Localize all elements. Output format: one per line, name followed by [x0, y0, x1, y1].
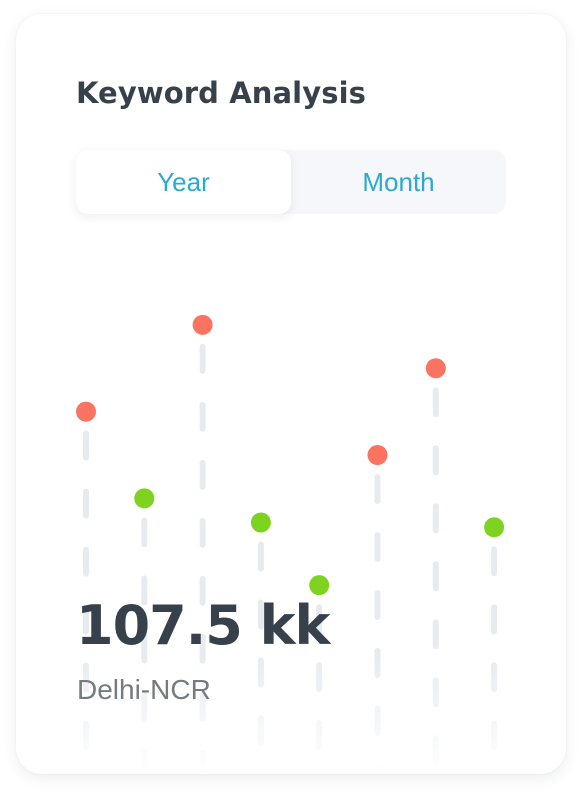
data-point[interactable]: [484, 517, 505, 538]
keyword-total-value: 107.5 kk: [76, 594, 330, 657]
data-point[interactable]: [192, 314, 213, 335]
period-toggle: Year Month: [76, 150, 506, 214]
tab-year[interactable]: Year: [76, 150, 291, 214]
data-point[interactable]: [425, 358, 446, 379]
data-point[interactable]: [309, 575, 330, 596]
tab-month[interactable]: Month: [291, 150, 506, 214]
location-label: Delhi-NCR: [77, 674, 211, 705]
keyword-analysis-card: Keyword Analysis Year Month 107.5 kk Del…: [16, 14, 566, 774]
data-point[interactable]: [367, 445, 388, 465]
data-point[interactable]: [76, 401, 96, 422]
card-title: Keyword Analysis: [76, 76, 366, 110]
data-point[interactable]: [134, 488, 155, 509]
keyword-scatter-chart: [16, 314, 566, 774]
data-point[interactable]: [250, 512, 271, 533]
